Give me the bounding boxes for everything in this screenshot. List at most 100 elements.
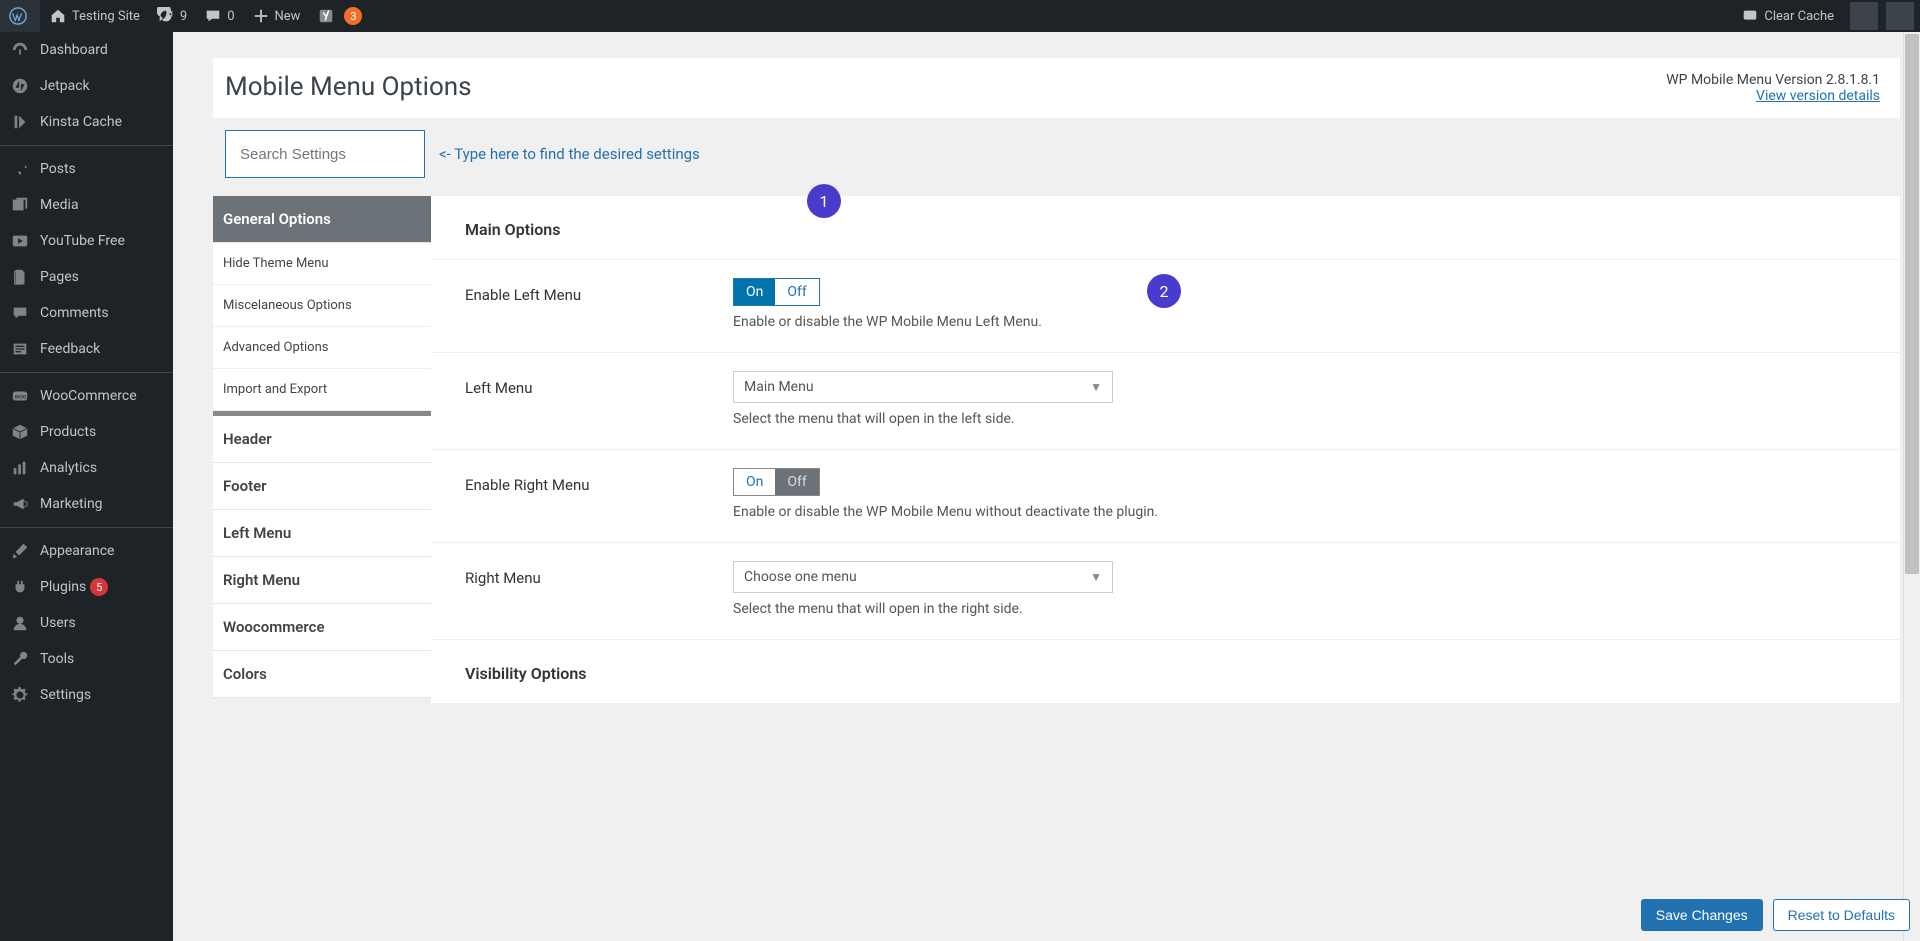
sidebar-item-pages[interactable]: Pages: [0, 259, 173, 295]
vtab-right-menu[interactable]: Right Menu: [213, 557, 431, 604]
vtab-general[interactable]: General Options: [213, 196, 431, 243]
label-left-menu: Left Menu: [465, 371, 733, 397]
sidebar-item-marketing[interactable]: Marketing: [0, 486, 173, 522]
updates-count: 9: [180, 9, 187, 24]
avatar-placeholder[interactable]: [1850, 2, 1878, 30]
sidebar-separator: [0, 527, 173, 528]
sidebar-item-feedback[interactable]: Feedback: [0, 331, 173, 367]
toggle-enable-right[interactable]: On Off: [733, 468, 820, 496]
wrench-icon: [10, 649, 30, 669]
chevron-down-icon: ▼: [1090, 570, 1102, 584]
scrollbar-thumb[interactable]: [1905, 34, 1919, 574]
vtab-colors[interactable]: Colors: [213, 651, 431, 698]
clear-cache[interactable]: Clear Cache: [1732, 0, 1842, 32]
row-right-menu: Right Menu Choose one menu ▼ Select the …: [431, 543, 1900, 640]
toggle-off[interactable]: Off: [775, 279, 818, 305]
sidebar-item-dashboard[interactable]: Dashboard: [0, 32, 173, 68]
save-button[interactable]: Save Changes: [1641, 899, 1763, 931]
pin-icon: [10, 159, 30, 179]
select-right-value: Choose one menu: [744, 569, 857, 585]
user-placeholder[interactable]: [1886, 2, 1914, 30]
sidebar-item-woocommerce[interactable]: wooWooCommerce: [0, 378, 173, 414]
comments-link[interactable]: 0: [195, 0, 242, 32]
desc-enable-left: Enable or disable the WP Mobile Menu Lef…: [733, 314, 1866, 330]
sidebar-item-label: WooCommerce: [40, 388, 137, 404]
label-right-menu: Right Menu: [465, 561, 733, 587]
sidebar-separator: [0, 372, 173, 373]
wordpress-icon: [8, 6, 28, 26]
sidebar-item-posts[interactable]: Posts: [0, 151, 173, 187]
sidebar-item-label: Marketing: [40, 496, 103, 512]
sidebar-item-kinsta-cache[interactable]: Kinsta Cache: [0, 104, 173, 140]
vtab-header[interactable]: Header: [213, 416, 431, 463]
select-left-value: Main Menu: [744, 379, 814, 395]
play-icon: [10, 231, 30, 251]
chevron-down-icon: ▼: [1090, 380, 1102, 394]
main-row: General Options Hide Theme Menu Miscelan…: [213, 196, 1900, 704]
sidebar-item-media[interactable]: Media: [0, 187, 173, 223]
vtab-hide-theme[interactable]: Hide Theme Menu: [213, 243, 431, 285]
vtab-footer[interactable]: Footer: [213, 463, 431, 510]
version-link[interactable]: View version details: [1756, 88, 1880, 104]
vtab-import-export[interactable]: Import and Export: [213, 369, 431, 411]
yoast-icon: [316, 6, 336, 26]
user-icon: [10, 613, 30, 633]
vtab-woocommerce[interactable]: Woocommerce: [213, 604, 431, 651]
sidebar-item-label: Users: [40, 615, 76, 631]
clear-cache-label: Clear Cache: [1764, 9, 1834, 24]
yoast-link[interactable]: 3: [308, 0, 370, 32]
sidebar-item-users[interactable]: Users: [0, 605, 173, 641]
visibility-heading: Visibility Options: [431, 640, 1900, 704]
sidebar-item-comments[interactable]: Comments: [0, 295, 173, 331]
vtab-misc[interactable]: Miscelaneous Options: [213, 285, 431, 327]
site-name: Testing Site: [72, 9, 140, 24]
vtab-advanced[interactable]: Advanced Options: [213, 327, 431, 369]
wp-logo[interactable]: [0, 0, 40, 32]
sidebar-item-analytics[interactable]: Analytics: [0, 450, 173, 486]
sidebar-item-tools[interactable]: Tools: [0, 641, 173, 677]
sidebar-item-label: Appearance: [40, 543, 114, 559]
sidebar-item-youtube-free[interactable]: YouTube Free: [0, 223, 173, 259]
toggle-on[interactable]: On: [734, 469, 775, 495]
box-icon: [10, 422, 30, 442]
updates[interactable]: 9: [148, 0, 195, 32]
select-left-menu[interactable]: Main Menu ▼: [733, 371, 1113, 403]
toggle-enable-left[interactable]: On Off: [733, 278, 820, 306]
sidebar-item-label: Settings: [40, 687, 91, 703]
dash-icon: [10, 40, 30, 60]
version-text: WP Mobile Menu Version 2.8.1.8.1: [1666, 72, 1880, 88]
sidebar-item-label: Tools: [40, 651, 74, 667]
row-enable-right: Enable Right Menu On Off Enable or disab…: [431, 450, 1900, 543]
comments-count: 0: [227, 9, 234, 24]
count-badge: 5: [90, 578, 108, 596]
toggle-on[interactable]: On: [734, 279, 775, 305]
select-right-menu[interactable]: Choose one menu ▼: [733, 561, 1113, 593]
vtab-left-menu[interactable]: Left Menu: [213, 510, 431, 557]
sidebar-item-label: Dashboard: [40, 42, 108, 58]
bubble-icon: [1740, 6, 1760, 26]
toggle-off[interactable]: Off: [775, 469, 818, 495]
sidebar-item-label: Comments: [40, 305, 109, 321]
annotation-arrow-2: [826, 290, 844, 308]
search-input[interactable]: [225, 130, 425, 178]
sidebar-item-plugins[interactable]: Plugins5: [0, 569, 173, 605]
label-enable-right: Enable Right Menu: [465, 468, 733, 494]
sidebar-item-settings[interactable]: Settings: [0, 677, 173, 713]
home-icon: [48, 6, 68, 26]
site-home[interactable]: Testing Site: [40, 0, 148, 32]
version-box: WP Mobile Menu Version 2.8.1.8.1 View ve…: [1666, 72, 1880, 104]
sidebar-item-products[interactable]: Products: [0, 414, 173, 450]
sidebar-item-jetpack[interactable]: Jetpack: [0, 68, 173, 104]
scrollbar[interactable]: [1903, 32, 1920, 941]
label-enable-left: Enable Left Menu: [465, 278, 733, 304]
content-area: Mobile Menu Options WP Mobile Menu Versi…: [173, 32, 1920, 784]
new-link[interactable]: New: [243, 0, 309, 32]
reset-button[interactable]: Reset to Defaults: [1773, 899, 1910, 931]
page-header: Mobile Menu Options WP Mobile Menu Versi…: [213, 58, 1900, 118]
admin-bar-right: Clear Cache: [1732, 0, 1920, 32]
sidebar-item-label: Kinsta Cache: [40, 114, 122, 130]
sidebar-item-appearance[interactable]: Appearance: [0, 533, 173, 569]
sidebar-item-label: Jetpack: [40, 78, 90, 94]
sidebar-item-label: Analytics: [40, 460, 97, 476]
annotation-bubble-1: 1: [807, 184, 841, 218]
